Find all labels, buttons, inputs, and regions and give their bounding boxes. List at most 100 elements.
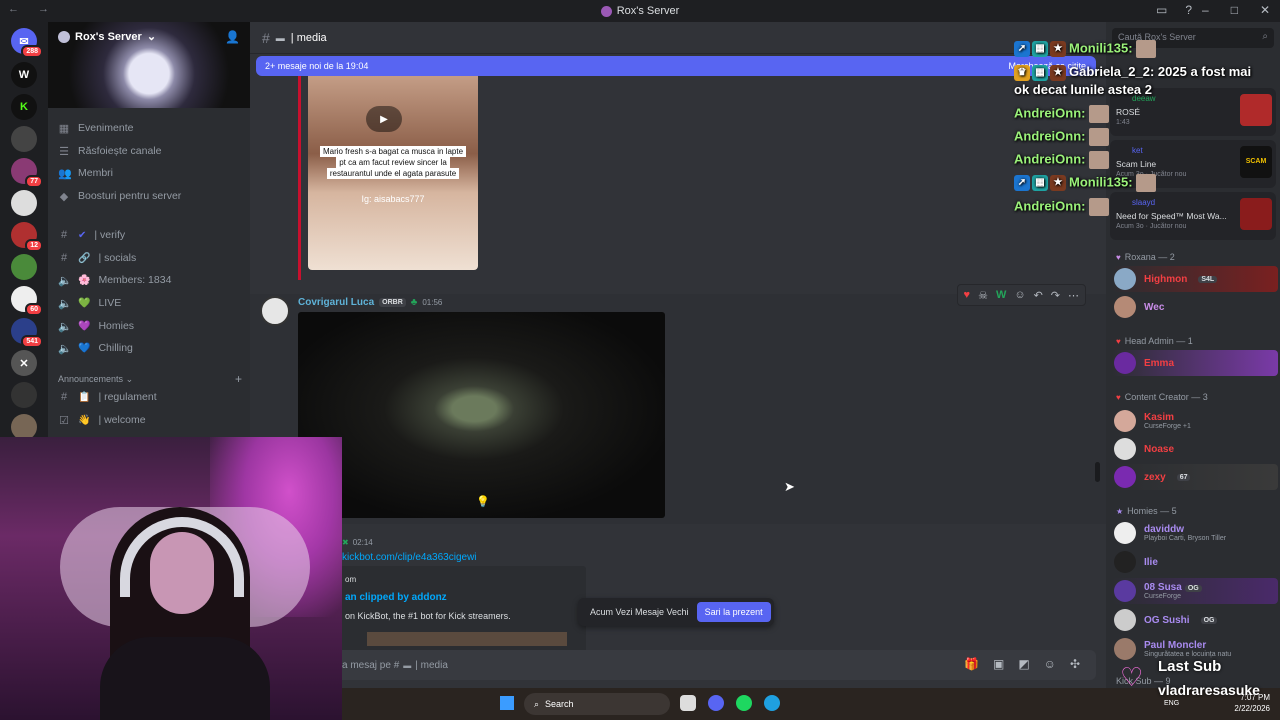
minimize-button[interactable]: – xyxy=(1202,3,1209,17)
webcam-overlay xyxy=(0,437,342,720)
avatar[interactable] xyxy=(260,296,290,326)
member-item[interactable]: Ilie xyxy=(1112,549,1278,575)
channel-socials[interactable]: # 🔗 | socials xyxy=(58,248,242,268)
message-input[interactable]: a mesaj pe # ▬ | media 🎁 ▣ ◩ ☺ ✣ xyxy=(336,650,1096,680)
media-icon: ▬ xyxy=(403,660,412,670)
nav-boosts[interactable]: ◆ Boosturi pentru server xyxy=(58,186,242,206)
server-icon-w[interactable]: W xyxy=(11,62,37,88)
add-channel-icon[interactable]: + xyxy=(235,372,242,386)
member-item[interactable]: OG Sushi OG xyxy=(1112,607,1278,633)
server-icon-kick[interactable]: K xyxy=(11,94,37,120)
rules-icon: ☑ xyxy=(59,414,69,427)
media-icon: ▬ xyxy=(275,32,285,43)
window-title: Rox's Server xyxy=(600,5,679,17)
invite-icon[interactable]: 👤 xyxy=(225,30,240,44)
skull-reaction-icon[interactable]: ☠ xyxy=(978,289,988,302)
channel-live[interactable]: 🔈 💚 LIVE xyxy=(58,293,242,313)
channel-sidebar: Rox's Server ⌄ 👤 ▦ Evenimente ☰ Răsfoiește… xyxy=(48,22,250,442)
jump-to-present-button[interactable]: Sari la prezent xyxy=(696,602,771,622)
title-bar: ← → Rox's Server ▭ ? – □ ✕ xyxy=(0,0,1280,22)
channel-homies[interactable]: 🔈 💜 Homies xyxy=(58,316,242,336)
nav-events[interactable]: ▦ Evenimente xyxy=(58,118,242,138)
boost-icon: ◆ xyxy=(59,190,69,203)
reply-icon[interactable]: ↶ xyxy=(1034,289,1043,302)
embed-title[interactable]: an clipped by addonz xyxy=(345,592,447,603)
forward-icon[interactable]: ↷ xyxy=(1051,289,1060,302)
home-button[interactable]: ✉ 288 xyxy=(11,28,43,58)
server-icon[interactable]: ✕ xyxy=(11,350,37,376)
game-art xyxy=(1240,198,1272,230)
category-announcements[interactable]: Announcements ⌄ + xyxy=(58,372,242,386)
add-reaction-icon[interactable]: ☺ xyxy=(1014,289,1025,301)
member-item[interactable]: Wec xyxy=(1112,294,1278,320)
server-icon[interactable]: 60 xyxy=(11,286,43,316)
channel-members-count[interactable]: 🔈 🌸 Members: 1834 xyxy=(58,270,242,290)
new-messages-bar[interactable]: 2+ mesaje noi de la 19:04 Marchează ca c… xyxy=(256,56,1096,76)
server-icon[interactable]: 12 xyxy=(11,222,43,252)
emoji-icon[interactable]: ☺ xyxy=(1044,657,1056,671)
edge-icon[interactable] xyxy=(764,695,780,711)
member-item[interactable]: Emma xyxy=(1112,350,1278,376)
help-icon[interactable]: ? xyxy=(1185,3,1192,17)
play-icon[interactable]: ▶ xyxy=(366,106,402,132)
member-item[interactable]: 08 Susa OG CurseForge xyxy=(1112,578,1278,604)
member-item[interactable]: Kasim CurseForge +1 xyxy=(1112,408,1278,434)
inbox-icon[interactable]: ▭ xyxy=(1156,3,1167,17)
taskbar-search[interactable]: ⌕ Search xyxy=(524,693,670,715)
avatar xyxy=(1114,296,1136,318)
avatar xyxy=(1135,40,1156,58)
maximize-button[interactable]: □ xyxy=(1231,3,1238,17)
channel-chilling[interactable]: 🔈 💙 Chilling xyxy=(58,338,242,358)
member-group-header: ★ Homies — 5 xyxy=(1116,506,1177,516)
avatar xyxy=(1114,410,1136,432)
discord-icon[interactable] xyxy=(708,695,724,711)
overlay-chat-line: ➚ ▦ ★ Monili135: xyxy=(1014,40,1156,58)
more-icon[interactable]: ⋯ xyxy=(1068,289,1079,302)
channel-verify[interactable]: # ✔ | verify xyxy=(58,225,242,245)
close-button[interactable]: ✕ xyxy=(1260,3,1270,17)
activity-card[interactable]: slaayd Need for Speed™ Most Wa... Acum 3… xyxy=(1110,192,1276,240)
server-rail: ✉ 288 W K 77 12 60 541 ✕ xyxy=(0,22,48,442)
author-name[interactable]: Covrigarul Luca xyxy=(298,297,374,308)
spotify-icon[interactable] xyxy=(736,695,752,711)
server-icon[interactable] xyxy=(11,126,37,152)
server-icon[interactable] xyxy=(11,190,37,216)
overlay-chat-line: ♛ ▦ ★ Gabriela_2_2: 2025 a fost mai xyxy=(1014,64,1251,81)
apps-icon[interactable]: ✣ xyxy=(1070,657,1080,671)
server-icon[interactable]: 77 xyxy=(11,158,43,188)
channel-welcome[interactable]: ☑ 👋 | welcome xyxy=(58,410,242,430)
member-item[interactable]: zexy 67 xyxy=(1112,464,1278,490)
server-icon[interactable]: 541 xyxy=(11,318,43,348)
browse-icon: ☰ xyxy=(59,145,69,158)
server-icon[interactable] xyxy=(11,254,37,280)
avatar xyxy=(1114,522,1136,544)
server-tag[interactable]: ORBR xyxy=(379,298,406,307)
scrollbar[interactable] xyxy=(1095,462,1100,482)
lightbulb-icon: 💡 xyxy=(476,496,490,508)
member-item[interactable]: Highmon S4L xyxy=(1112,266,1278,292)
sticker-icon[interactable]: ◩ xyxy=(1018,657,1029,671)
speaker-icon: 🔈 xyxy=(58,274,72,287)
message-link[interactable]: kickbot.com/clip/e4a363cigewi xyxy=(342,552,477,563)
nav-browse-channels[interactable]: ☰ Răsfoiește canale xyxy=(58,141,242,161)
embed-provider: om xyxy=(345,575,357,584)
file-explorer-icon[interactable] xyxy=(680,695,696,711)
heart-reaction-icon[interactable]: ♥ xyxy=(964,289,971,301)
gif-icon[interactable]: ▣ xyxy=(993,657,1004,671)
nav-arrows[interactable]: ← → xyxy=(8,3,57,15)
gift-icon[interactable]: 🎁 xyxy=(964,657,979,671)
windows-start-icon[interactable] xyxy=(500,696,514,710)
embed-image[interactable] xyxy=(367,632,567,646)
member-item[interactable]: daviddw Playboi Carti, Bryson Tiller xyxy=(1112,520,1278,546)
nav-members[interactable]: 👥 Membri xyxy=(58,163,242,183)
check-icon: ✔ xyxy=(78,229,87,241)
member-item[interactable]: Noase xyxy=(1112,436,1278,462)
server-icon[interactable] xyxy=(11,382,37,408)
heart-icon: ♥ xyxy=(1116,252,1121,262)
server-name-header[interactable]: Rox's Server ⌄ xyxy=(58,30,156,43)
avatar xyxy=(1114,609,1136,631)
w-reaction-icon[interactable]: W xyxy=(996,289,1006,301)
channel-regulament[interactable]: # 📋 | regulament xyxy=(58,387,242,407)
video-attachment[interactable]: 💡 xyxy=(298,312,665,518)
heart-icon: ♡ xyxy=(1120,662,1144,692)
